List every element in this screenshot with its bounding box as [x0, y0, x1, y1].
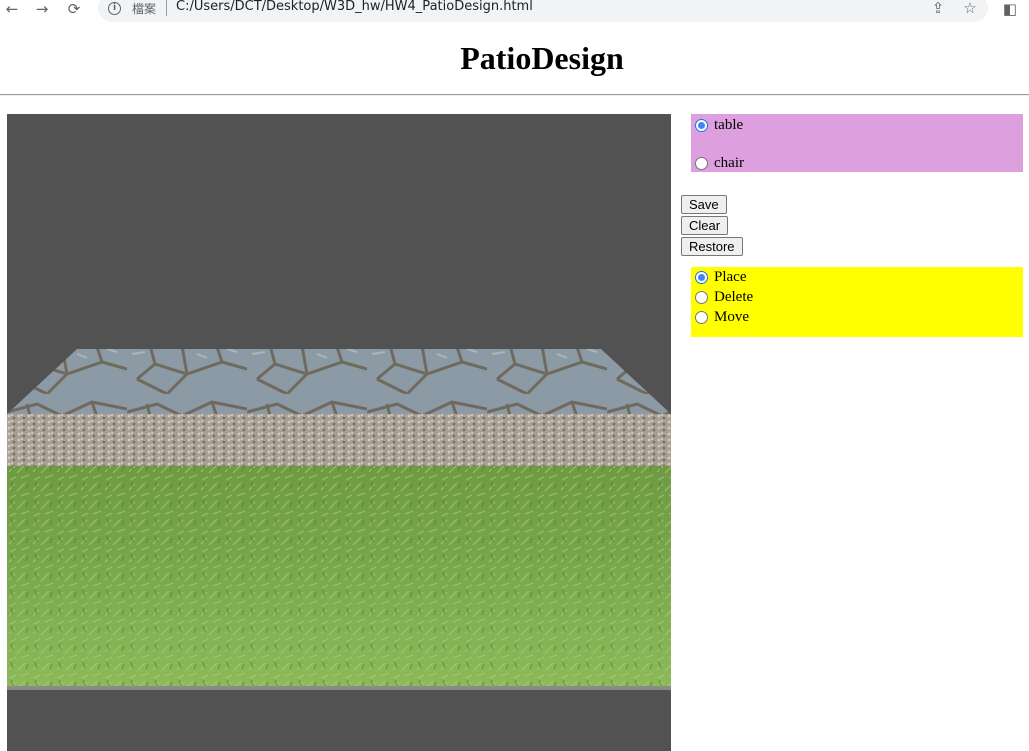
back-icon[interactable]: ←: [2, 0, 22, 18]
delete-radio-button[interactable]: [695, 291, 708, 305]
mode-selector: Place Delete Move: [691, 267, 1023, 337]
address-separator: [166, 0, 167, 16]
radio-chair[interactable]: chair: [695, 155, 744, 172]
place-label: Place: [714, 269, 747, 285]
clear-button[interactable]: Clear: [681, 216, 729, 235]
browser-toolbar: ← → ⟳ i 檔案 C:/Users/DCT/Desktop/W3D_hw/H…: [0, 0, 1029, 22]
radio-move[interactable]: Move: [695, 309, 749, 326]
address-bar[interactable]: i 檔案 C:/Users/DCT/Desktop/W3D_hw/HW4_Pat…: [98, 0, 988, 22]
flagstone-patio: [7, 349, 671, 414]
radio-place[interactable]: Place: [695, 269, 746, 286]
url-text[interactable]: C:/Users/DCT/Desktop/W3D_hw/HW4_PatioDes…: [176, 0, 533, 14]
info-icon[interactable]: i: [108, 2, 121, 15]
title-divider: [0, 94, 1029, 96]
scheme-label: 檔案: [132, 2, 157, 16]
forward-icon[interactable]: →: [32, 0, 52, 18]
gravel-strip: [7, 414, 671, 466]
move-label: Move: [714, 309, 749, 325]
radio-table[interactable]: table: [695, 117, 743, 134]
scene-canvas[interactable]: [7, 114, 671, 751]
table-label: table: [714, 117, 744, 133]
scene-svg[interactable]: [7, 114, 671, 751]
table-radio-button[interactable]: [695, 119, 708, 133]
restore-button[interactable]: Restore: [681, 237, 743, 256]
chair-radio-button[interactable]: [695, 157, 708, 171]
side-panel-icon[interactable]: ◧: [1000, 0, 1020, 18]
radio-delete[interactable]: Delete: [695, 289, 753, 306]
move-radio-button[interactable]: [695, 311, 708, 325]
reload-icon[interactable]: ⟳: [64, 0, 84, 18]
furniture-selector: table chair: [691, 114, 1023, 172]
delete-label: Delete: [714, 289, 754, 305]
chair-label: chair: [714, 155, 744, 171]
place-radio-button[interactable]: [695, 271, 708, 285]
share-icon[interactable]: ⇪: [928, 0, 948, 17]
save-button[interactable]: Save: [681, 195, 727, 214]
star-icon[interactable]: ☆: [960, 0, 980, 17]
page-title: PatioDesign: [460, 40, 624, 76]
